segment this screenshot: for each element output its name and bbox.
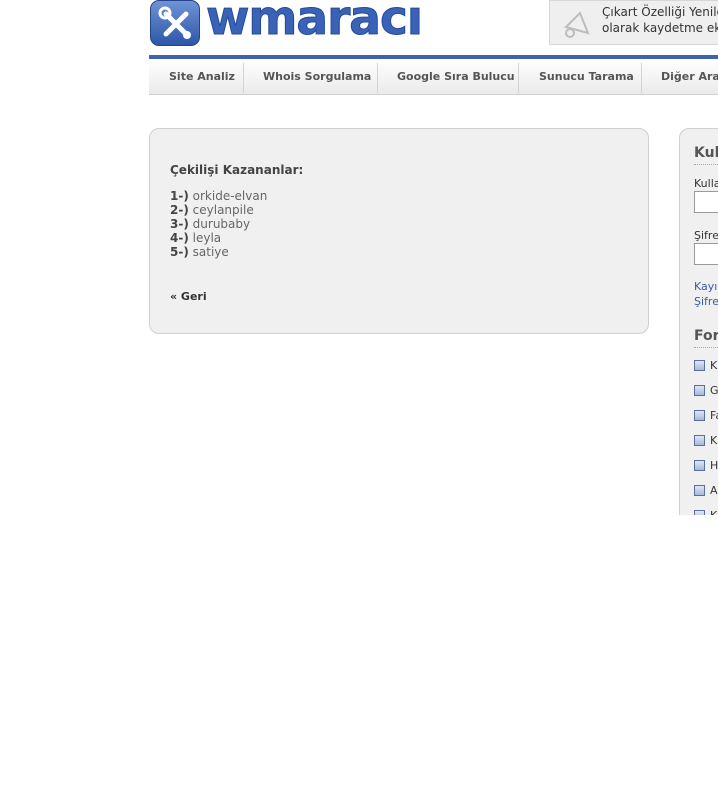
- forum-icon: [694, 460, 705, 471]
- winners-panel: Çekilişi Kazananlar: 1-) orkide-elvan 2-…: [149, 128, 649, 334]
- list-item: 3-) durubaby: [170, 217, 267, 231]
- nav-diger-araclar[interactable]: Diğer Araç: [661, 70, 718, 83]
- winner-name: orkide-elvan: [192, 189, 268, 203]
- nav-whois-sorgulama[interactable]: Whois Sorgulama: [263, 70, 371, 83]
- forum-item[interactable]: A: [694, 484, 718, 497]
- password-label: Şifre: [694, 229, 718, 242]
- forum-item-label: K: [710, 509, 717, 515]
- winners-list: 1-) orkide-elvan 2-) ceylanpile 3-) duru…: [170, 189, 267, 259]
- list-item: 5-) satiye: [170, 245, 267, 259]
- logo-text: wmaracı: [206, 0, 424, 46]
- winner-name: satiye: [192, 245, 229, 259]
- forum-item[interactable]: K: [694, 434, 717, 447]
- sidebar-panel: Kul Kulla Şifre Kayı Şifre For K G Fa K …: [679, 128, 718, 515]
- forum-heading: For: [694, 328, 718, 348]
- list-item: 4-) leyla: [170, 231, 267, 245]
- list-item: 2-) ceylanpile: [170, 203, 267, 217]
- page-viewport: wmaracı Çıkart Özelliği Yenile olarak ka…: [0, 0, 718, 515]
- nav-separator: [377, 63, 378, 93]
- forum-item-label: H: [710, 459, 718, 472]
- forum-item-label: K: [710, 434, 718, 447]
- winner-name: leyla: [192, 231, 222, 245]
- forum-item[interactable]: K: [694, 509, 717, 515]
- nav-separator: [518, 63, 519, 93]
- forum-icon: [694, 410, 705, 421]
- back-link[interactable]: « Geri: [170, 290, 207, 303]
- winner-number: 1-): [170, 189, 189, 203]
- winner-name: ceylanpile: [192, 203, 254, 217]
- username-label: Kulla: [694, 177, 718, 190]
- forum-item-label: Fa: [710, 409, 718, 422]
- winner-number: 4-): [170, 231, 189, 245]
- forum-item[interactable]: G: [694, 384, 718, 397]
- nav-separator: [243, 63, 244, 93]
- site-logo[interactable]: wmaracı: [150, 0, 424, 46]
- forum-icon: [694, 485, 705, 496]
- nav-separator: [641, 63, 642, 93]
- forum-item[interactable]: Fa: [694, 409, 718, 422]
- winner-number: 5-): [170, 245, 189, 259]
- forum-item-label: G: [710, 384, 718, 397]
- forum-item[interactable]: K: [694, 359, 717, 372]
- main-navigation: Site Analiz Whois Sorgulama Google Sıra …: [149, 59, 718, 95]
- forum-icon: [694, 510, 705, 515]
- tools-icon: [150, 0, 200, 46]
- password-input[interactable]: [694, 243, 718, 265]
- forum-item[interactable]: H: [694, 459, 718, 472]
- notice-line-1: Çıkart Özelliği Yenile: [602, 5, 718, 19]
- winner-name: durubaby: [192, 217, 251, 231]
- nav-sunucu-tarama[interactable]: Sunucu Tarama: [539, 70, 634, 83]
- list-item: 1-) orkide-elvan: [170, 189, 267, 203]
- winner-number: 3-): [170, 217, 189, 231]
- forum-item-label: A: [710, 484, 718, 497]
- forum-item-label: K: [710, 359, 718, 372]
- login-heading: Kul: [694, 145, 718, 165]
- megaphone-icon: [564, 11, 590, 38]
- winner-number: 2-): [170, 203, 189, 217]
- forgot-password-link[interactable]: Şifre: [694, 295, 718, 308]
- winners-heading: Çekilişi Kazananlar:: [170, 163, 304, 177]
- nav-site-analiz[interactable]: Site Analiz: [169, 70, 235, 83]
- announcement-banner[interactable]: Çıkart Özelliği Yenile olarak kaydetme e…: [549, 0, 718, 45]
- register-link[interactable]: Kayı: [694, 280, 717, 293]
- forum-icon: [694, 435, 705, 446]
- notice-line-2: olarak kaydetme ek: [602, 21, 718, 35]
- username-input[interactable]: [694, 191, 718, 213]
- nav-google-sira-bulucu[interactable]: Google Sıra Bulucu: [397, 70, 515, 83]
- forum-icon: [694, 385, 705, 396]
- forum-icon: [694, 360, 705, 371]
